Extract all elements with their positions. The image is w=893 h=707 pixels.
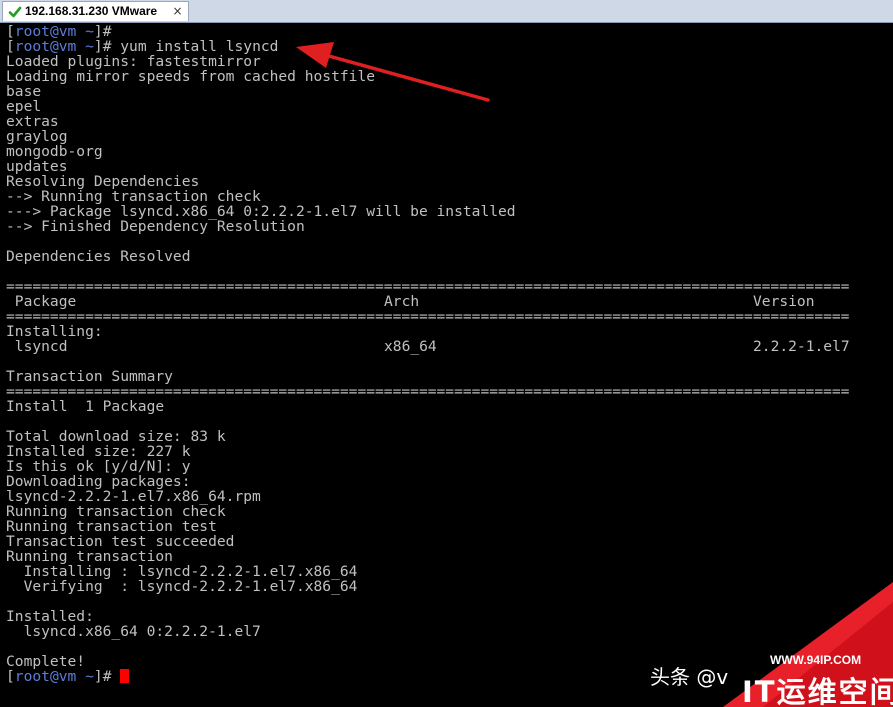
tab-bar: 192.168.31.230 VMware × xyxy=(0,0,893,23)
terminal-line: Loading mirror speeds from cached hostfi… xyxy=(6,68,376,85)
text-cursor[interactable] xyxy=(120,669,130,683)
terminal-line: graylog xyxy=(6,128,68,145)
green-checkmark-icon xyxy=(8,6,22,18)
column-arch: Arch xyxy=(384,293,420,310)
terminal-line: Resolving Dependencies xyxy=(6,173,200,190)
prompt-user-host: root@vm xyxy=(14,668,77,685)
prompt-dir: ~ xyxy=(85,668,94,685)
terminal-line: --> Running transaction check xyxy=(6,188,261,205)
close-icon[interactable]: × xyxy=(171,5,184,18)
terminal-line: Installing : lsyncd-2.2.2-1.el7.x86_64 xyxy=(6,563,358,580)
terminal-line: Dependencies Resolved xyxy=(6,248,191,265)
prompt-line: [root@vm ~]# yum install lsyncd xyxy=(6,39,893,54)
ssh-client-window: 192.168.31.230 VMware × [root@vm ~]# [roo… xyxy=(0,0,893,707)
terminal-line: Running transaction check xyxy=(6,503,226,520)
terminal-line: Running transaction test xyxy=(6,518,217,535)
watermark-brand: IT运维空间 xyxy=(742,675,893,707)
terminal-line: lsyncd-2.2.2-1.el7.x86_64.rpm xyxy=(6,488,261,505)
terminal-line: Running transaction xyxy=(6,548,173,565)
terminal-line: Installed: xyxy=(6,608,94,625)
package-table-header: Package Arch Version xyxy=(6,294,893,309)
terminal-line: Loaded plugins: fastestmirror xyxy=(6,53,261,70)
cell-version: 2.2.2-1.el7 xyxy=(753,338,850,355)
terminal-line: mongodb-org xyxy=(6,143,103,160)
terminal-line: lsyncd.x86_64 0:2.2.2-1.el7 xyxy=(6,623,261,640)
terminal-line: Is this ok [y/d/N]: y xyxy=(6,458,191,475)
cell-arch: x86_64 xyxy=(384,338,437,355)
terminal-line: Installing: xyxy=(6,323,103,340)
terminal-line: ========================================… xyxy=(6,278,850,295)
terminal-line: extras xyxy=(6,113,59,130)
session-tab[interactable]: 192.168.31.230 VMware × xyxy=(2,1,189,21)
terminal-line: ========================================… xyxy=(6,383,850,400)
column-package: Package xyxy=(6,293,77,310)
terminal-line: updates xyxy=(6,158,68,175)
toutiao-watermark: 头条 @v xyxy=(650,665,729,689)
terminal-line: ---> Package lsyncd.x86_64 0:2.2.2-1.el7… xyxy=(6,203,516,220)
terminal-line: Downloading packages: xyxy=(6,473,191,490)
terminal-line: Transaction test succeeded xyxy=(6,533,235,550)
terminal-line: Installed size: 227 k xyxy=(6,443,191,460)
terminal-line: Complete! xyxy=(6,653,86,670)
terminal-line: base xyxy=(6,83,42,100)
column-version: Version xyxy=(753,293,815,310)
terminal-output[interactable]: [root@vm ~]# [root@vm ~]# yum install lsy… xyxy=(6,24,893,707)
terminal-line: Transaction Summary xyxy=(6,368,173,385)
terminal-line: Total download size: 83 k xyxy=(6,428,226,445)
prompt-bracket-open: [ xyxy=(6,668,15,685)
session-tab-title: 192.168.31.230 VMware xyxy=(25,4,158,18)
terminal-line: Install 1 Package xyxy=(6,398,165,415)
package-table-row: lsyncd x86_64 2.2.2-1.el7 xyxy=(6,339,893,354)
cell-package: lsyncd xyxy=(6,338,68,355)
terminal-line: ========================================… xyxy=(6,308,850,325)
terminal-line: epel xyxy=(6,98,42,115)
terminal-line: --> Finished Dependency Resolution xyxy=(6,218,305,235)
terminal-line: Verifying : lsyncd-2.2.2-1.el7.x86_64 xyxy=(6,578,358,595)
prompt-bracket-close: ]# xyxy=(93,668,112,685)
watermark-url: WWW.94IP.COM xyxy=(770,653,862,667)
prompt-line: [root@vm ~]# xyxy=(6,24,893,39)
